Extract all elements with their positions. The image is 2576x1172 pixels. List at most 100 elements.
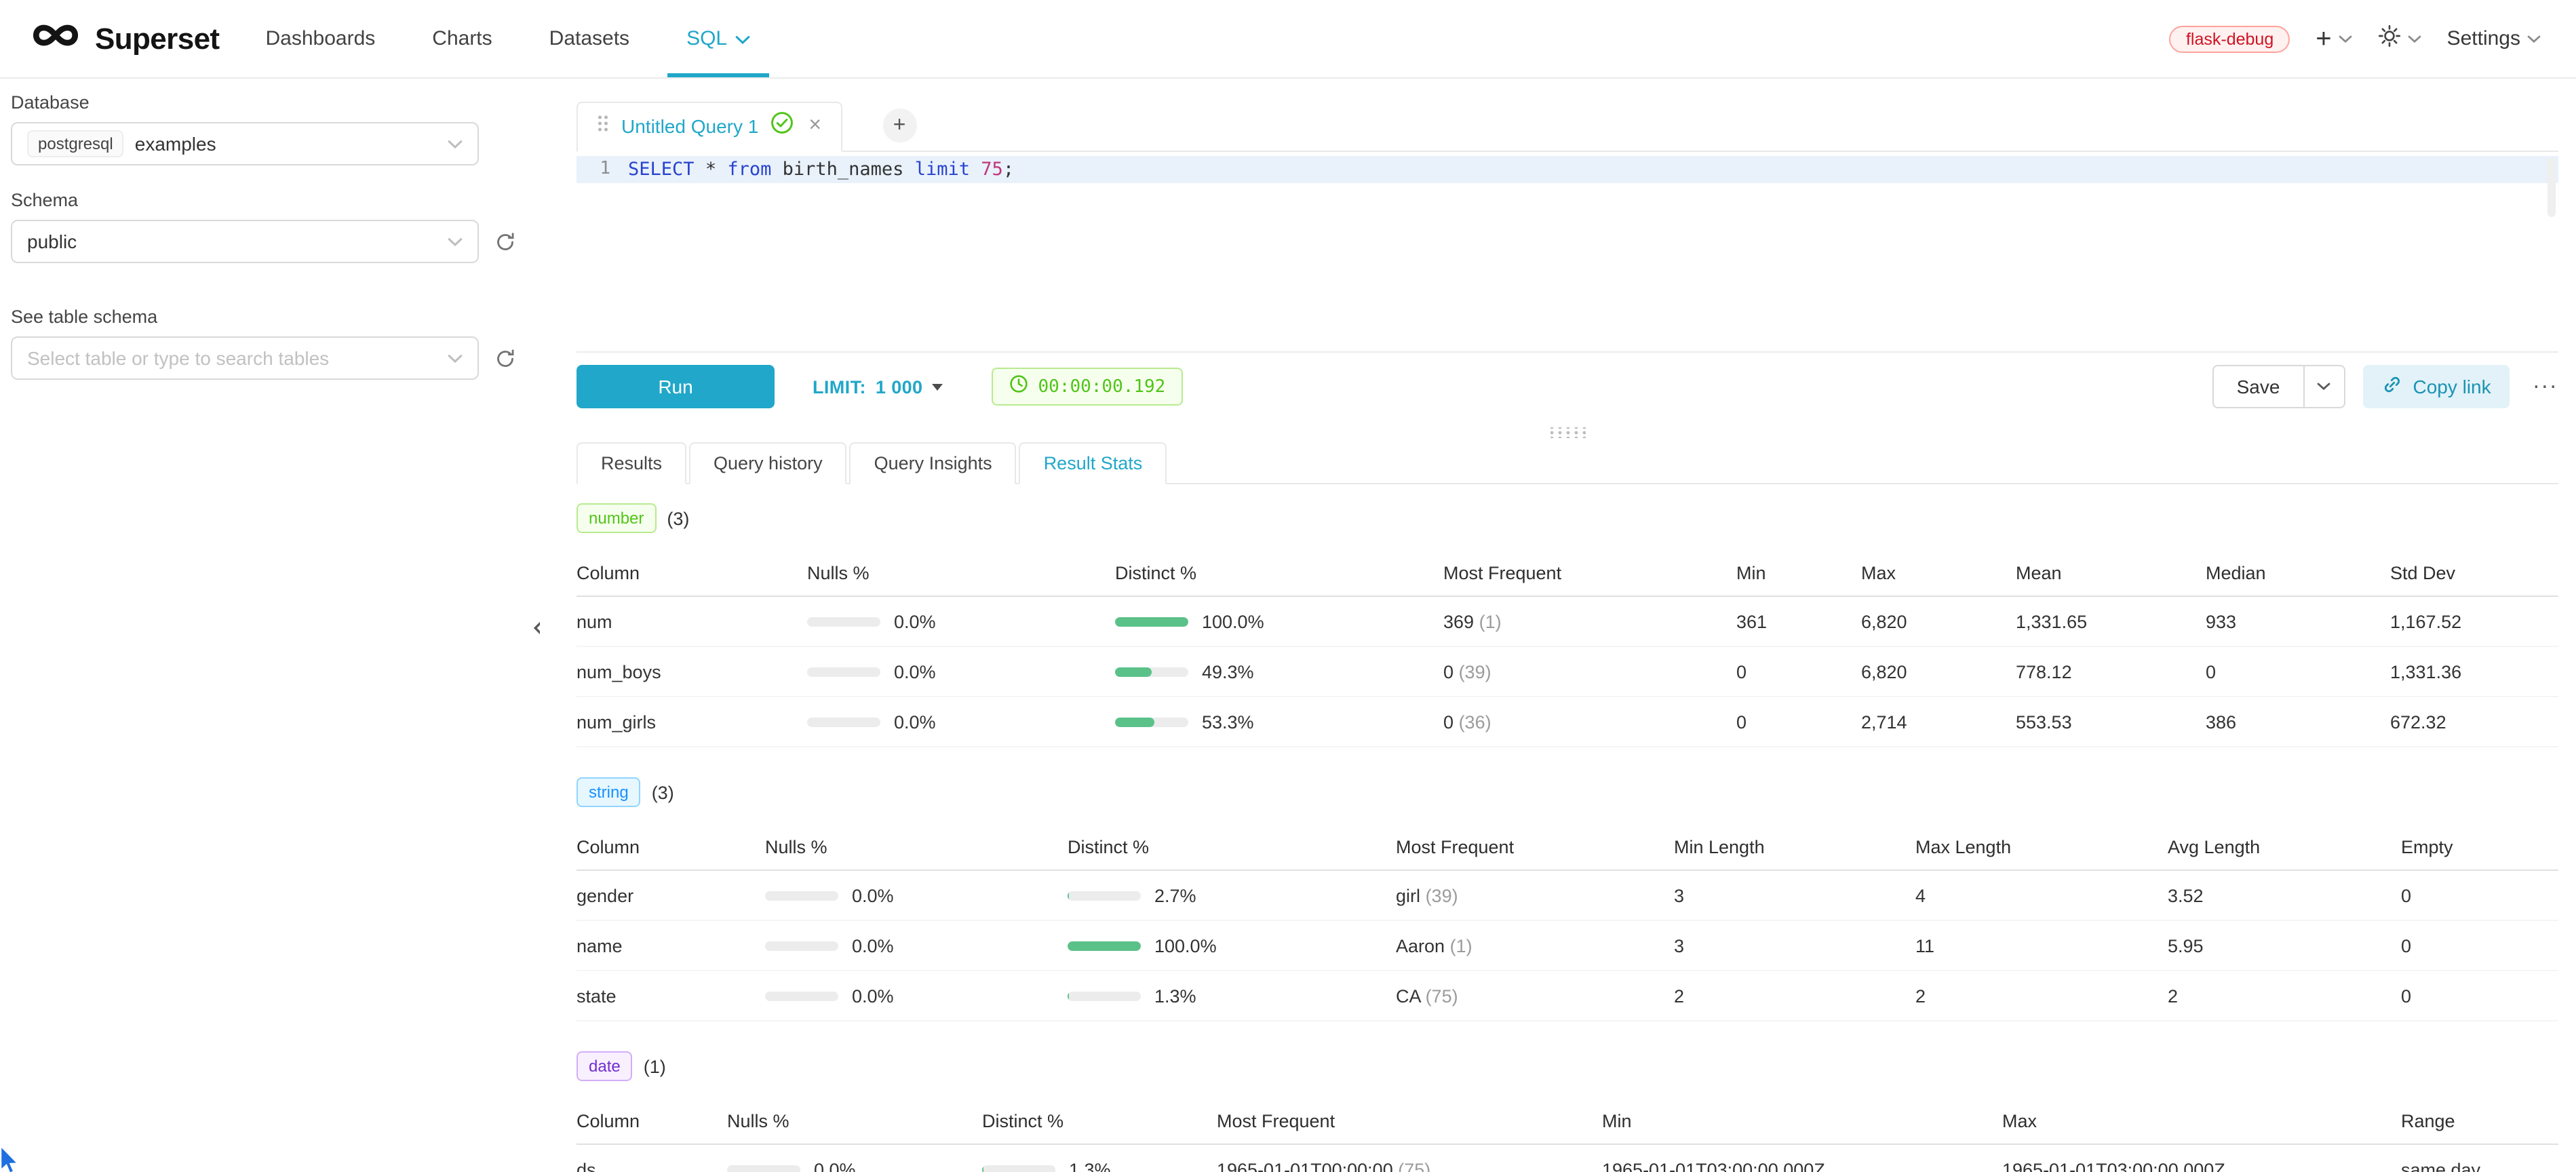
distinct-cell: 100.0% [1068, 935, 1396, 956]
settings-menu[interactable]: Settings [2447, 27, 2541, 50]
most-frequent-cell: CA (75) [1396, 985, 1674, 1006]
distinct-value: 1.3% [1069, 1159, 1111, 1172]
environment-tag: flask-debug [2170, 25, 2290, 52]
header-distinct: Distinct % [1068, 836, 1396, 857]
tab-result-stats[interactable]: Result Stats [1019, 442, 1167, 484]
clock-icon [1010, 374, 1029, 399]
chevron-down-icon [448, 139, 463, 149]
header-avg-length: Avg Length [2168, 836, 2401, 857]
nav-item-charts[interactable]: Charts [432, 0, 492, 77]
schema-select[interactable]: public [11, 220, 479, 263]
table-select-placeholder: Select table or type to search tables [27, 347, 329, 369]
tab-query-insights[interactable]: Query Insights [850, 442, 1017, 484]
tab-query-history[interactable]: Query history [689, 442, 847, 484]
editor-scrollbar[interactable] [2548, 157, 2556, 217]
tab-results[interactable]: Results [577, 442, 686, 484]
header-max-length: Max Length [1915, 836, 2168, 857]
nav-item-sql[interactable]: SQL [686, 0, 750, 77]
theme-toggle[interactable] [2378, 24, 2421, 54]
pane-resize-handle[interactable] [1550, 427, 1585, 438]
empty-cell: 0 [2401, 935, 2558, 956]
check-circle-icon [770, 111, 794, 141]
header-min: Min [1736, 562, 1861, 583]
run-button[interactable]: Run [577, 365, 775, 408]
max-cell: 6,820 [1861, 661, 2016, 682]
column-name: state [577, 985, 765, 1006]
close-tab-icon[interactable]: × [808, 115, 821, 137]
column-count: (1) [644, 1056, 666, 1076]
nav-item-dashboards[interactable]: Dashboards [266, 0, 376, 77]
refresh-tables-button[interactable] [495, 348, 515, 368]
more-options-button[interactable]: ... [2533, 377, 2558, 396]
new-item-button[interactable]: + [2316, 25, 2351, 52]
table-row: num_boys 0.0% 49.3% 0 (39) 0 6,820 778.1… [577, 647, 2558, 697]
mouse-cursor [0, 1146, 24, 1172]
progress-track [982, 1165, 1055, 1172]
database-value: examples [135, 133, 216, 155]
progress-track [1068, 941, 1141, 950]
table-select[interactable]: Select table or type to search tables [11, 336, 479, 380]
save-button[interactable]: Save [2212, 365, 2305, 408]
top-navbar: Superset Dashboards Charts Datasets SQL … [0, 0, 2576, 79]
column-count: (3) [667, 508, 689, 528]
sql-editor[interactable]: 1 SELECT * from birth_names limit 75 ; [577, 152, 2558, 353]
progress-track [1115, 667, 1188, 676]
type-badge-string: string [577, 777, 641, 807]
add-tab-button[interactable]: + [882, 109, 916, 142]
primary-nav: Dashboards Charts Datasets SQL [266, 0, 751, 77]
min-cell: 361 [1736, 611, 1861, 631]
limit-value: 1 000 [876, 376, 923, 397]
progress-track [807, 667, 880, 676]
table-header: Column Nulls % Distinct % Most Frequent … [577, 823, 2558, 871]
min-cell: 0 [1736, 661, 1861, 682]
superset-logo[interactable]: Superset [30, 0, 220, 77]
number-section: number (3) Column Nulls % Distinct % Mos… [577, 503, 2558, 747]
database-select[interactable]: postgresql examples [11, 122, 479, 165]
query-timer: 00:00:00.192 [992, 368, 1184, 406]
link-icon [2381, 374, 2402, 399]
limit-dropdown[interactable]: LIMIT: 1 000 [813, 376, 943, 397]
most-frequent-cell: 0 (36) [1443, 711, 1736, 732]
range-cell: same day [2401, 1159, 2558, 1172]
progress-track [807, 717, 880, 726]
distinct-value: 53.3% [1202, 711, 1254, 732]
std-dev-cell: 1,331.36 [2390, 661, 2558, 682]
header-nulls: Nulls % [765, 836, 1068, 857]
max-cell: 1965-01-01T03:00:00.000Z [2002, 1159, 2401, 1172]
save-dropdown-button[interactable] [2304, 365, 2345, 408]
table-row: num 0.0% 100.0% 369 (1) 361 6,820 1,331.… [577, 597, 2558, 647]
nulls-value: 0.0% [894, 711, 936, 732]
string-section: string (3) Column Nulls % Distinct % Mos… [577, 777, 2558, 1021]
plus-icon: + [893, 115, 906, 136]
copy-link-button[interactable]: Copy link [2362, 365, 2510, 408]
schema-label: Schema [11, 190, 540, 210]
min-cell: 1965-01-01T03:00:00.000Z [1602, 1159, 2002, 1172]
header-min-length: Min Length [1674, 836, 1915, 857]
max-cell: 2,714 [1861, 711, 2016, 732]
header-range: Range [2401, 1110, 2558, 1131]
sqllab-main: Untitled Query 1 × + 1 SELECT * from [540, 79, 2576, 1172]
median-cell: 386 [2206, 711, 2390, 732]
nulls-cell: 0.0% [807, 611, 1115, 631]
median-cell: 933 [2206, 611, 2390, 631]
sql-token: from [727, 156, 771, 183]
max-length-cell: 11 [1915, 935, 2168, 956]
max-length-cell: 2 [1915, 985, 2168, 1006]
distinct-cell: 100.0% [1115, 611, 1443, 631]
toolbar-right: Save Copy link ... [2212, 365, 2558, 408]
query-tab[interactable]: Untitled Query 1 × [577, 101, 842, 151]
database-engine-tag: postgresql [27, 130, 124, 157]
sql-token: birth_names [771, 156, 914, 183]
header-min: Min [1602, 1110, 2002, 1131]
editor-active-line[interactable]: 1 SELECT * from birth_names limit 75 ; [577, 156, 2558, 183]
table-row: name 0.0% 100.0% Aaron (1) 3 11 5.95 [577, 921, 2558, 971]
header-most-frequent: Most Frequent [1396, 836, 1674, 857]
nulls-value: 0.0% [814, 1159, 856, 1172]
chevron-down-icon [448, 237, 463, 246]
line-number: 1 [577, 156, 628, 183]
refresh-schemas-button[interactable] [495, 231, 515, 252]
navbar-right: flask-debug + Settings [2170, 0, 2541, 77]
distinct-value: 49.3% [1202, 661, 1254, 682]
nav-item-datasets[interactable]: Datasets [549, 0, 629, 77]
drag-grip-icon[interactable] [597, 113, 609, 139]
